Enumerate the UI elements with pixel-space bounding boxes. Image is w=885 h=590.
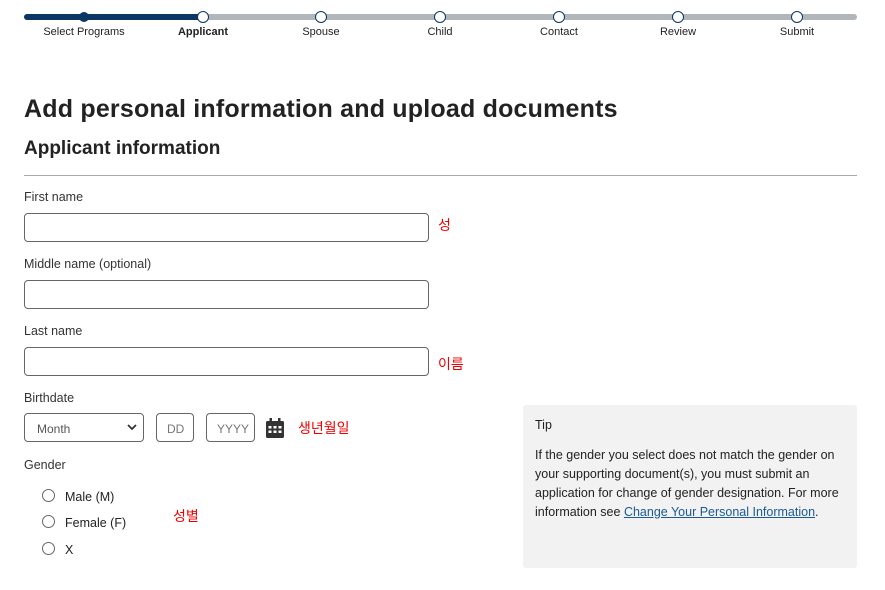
step-label: Review [659, 26, 697, 38]
step-label: Spouse [302, 26, 340, 38]
step-marker [315, 11, 327, 23]
day-input[interactable]: DD [156, 413, 194, 442]
tip-box: Tip If the gender you select does not ma… [523, 405, 857, 568]
year-input[interactable]: YYYY [206, 413, 255, 442]
step-marker [791, 11, 803, 23]
step-marker [434, 11, 446, 23]
month-value: Month [37, 422, 71, 436]
middle-name-input[interactable] [24, 280, 429, 309]
radio-x-label: X [65, 543, 74, 557]
radio-male[interactable] [42, 489, 55, 502]
divider [24, 175, 857, 176]
step-label: Applicant [177, 26, 229, 38]
section-title: Applicant information [24, 138, 221, 159]
radio-male-label: Male (M) [65, 490, 115, 504]
page-title: Add personal information and upload docu… [24, 95, 618, 123]
tip-title: Tip [535, 418, 552, 432]
birthdate-annotation: 생년월일 [298, 420, 350, 436]
radio-female[interactable] [42, 515, 55, 528]
last-name-input[interactable] [24, 347, 429, 376]
last-name-annotation: 이름 [438, 356, 464, 372]
calendar-icon[interactable] [266, 418, 284, 438]
first-name-input[interactable] [24, 213, 429, 242]
step-marker [672, 11, 684, 23]
birthdate-label: Birthdate [24, 391, 75, 405]
gender-label: Gender [24, 458, 66, 472]
last-name-label: Last name [24, 324, 83, 338]
step-label: Child [427, 26, 453, 38]
first-name-annotation: 성 [438, 217, 451, 233]
step-marker [197, 11, 209, 23]
change-personal-info-link[interactable]: Change Your Personal Information [624, 505, 815, 519]
tip-text: If the gender you select does not match … [535, 448, 839, 519]
radio-female-label: Female (F) [65, 516, 127, 530]
step-label: Select Programs [43, 26, 125, 38]
step-marker [553, 11, 565, 23]
gender-annotation: 성별 [173, 508, 199, 524]
month-select[interactable]: Month [24, 413, 144, 442]
step-label: Contact [540, 26, 578, 38]
progress-fill [24, 14, 203, 20]
radio-x[interactable] [42, 542, 55, 555]
step-label: Submit [779, 26, 815, 38]
middle-name-label: Middle name (optional) [24, 257, 152, 271]
first-name-label: First name [24, 190, 84, 204]
chevron-down-icon [127, 424, 137, 431]
step-marker [79, 12, 89, 22]
